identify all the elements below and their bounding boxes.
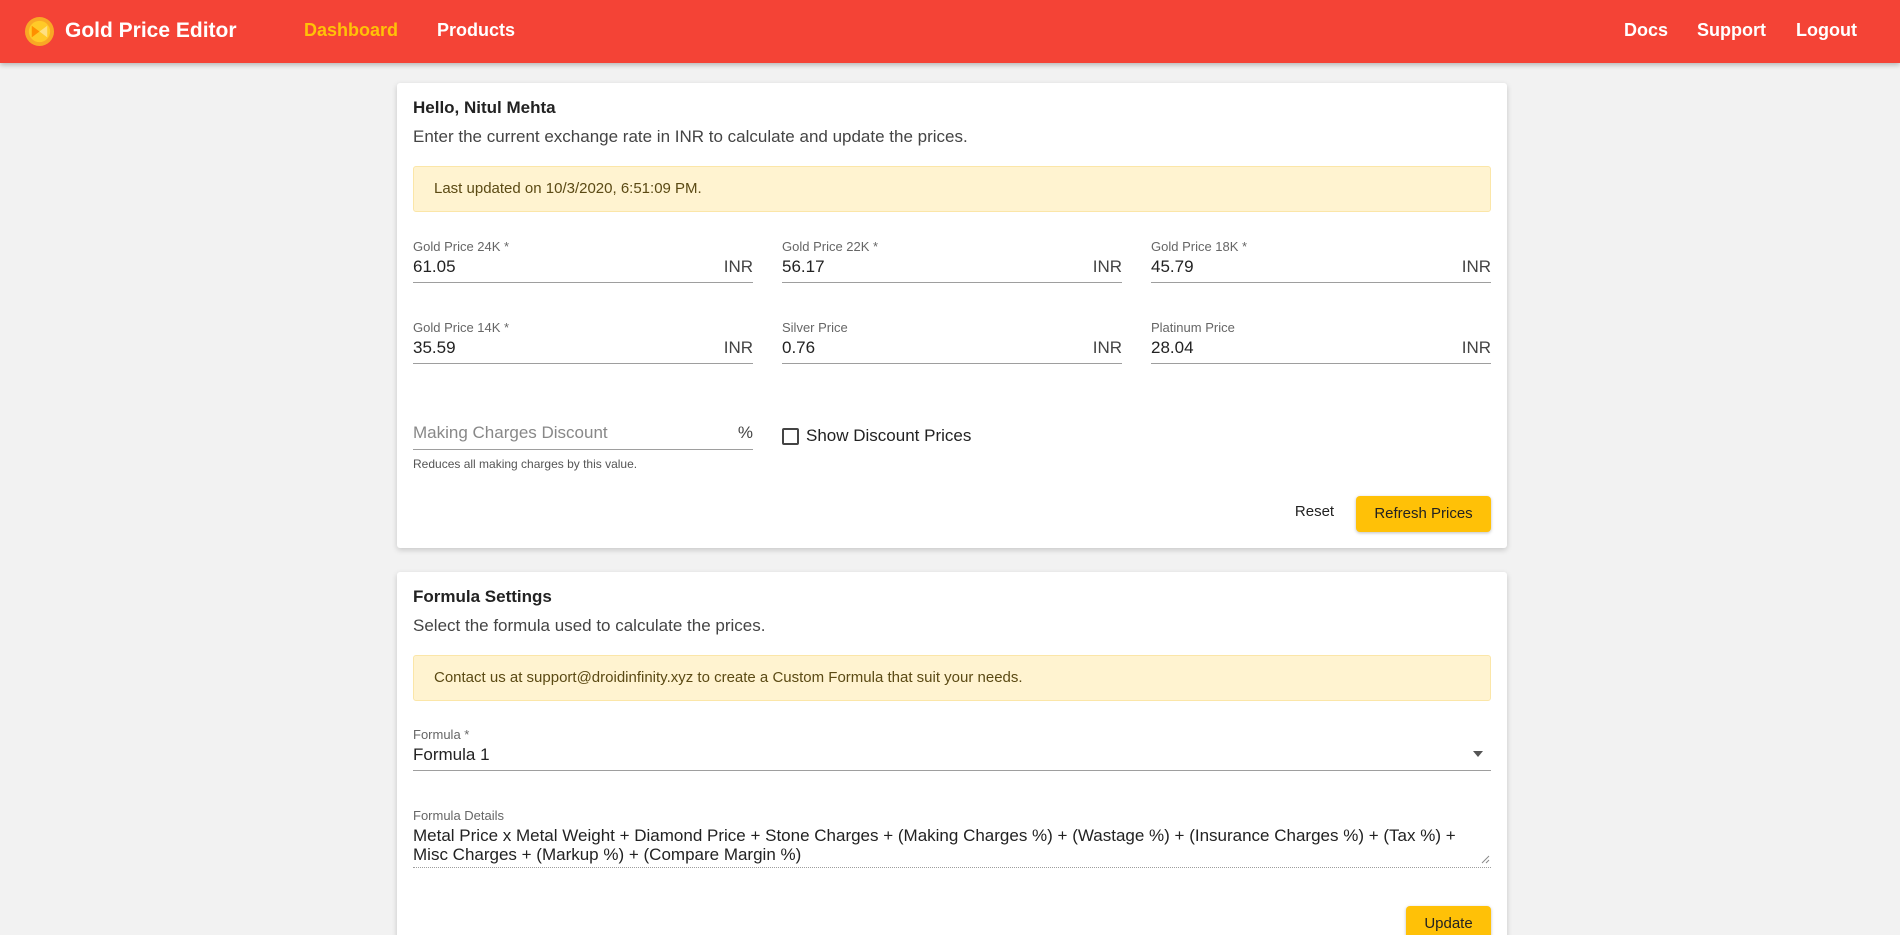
currency-suffix: INR [1092, 338, 1122, 357]
making-charges-discount-input[interactable]: Making Charges Discount [413, 423, 608, 443]
nav-dashboard[interactable]: Dashboard [304, 20, 398, 41]
formula-selected-value: Formula 1 [413, 745, 490, 764]
formula-label: Formula * [413, 727, 470, 742]
gold-22k-field[interactable]: Gold Price 22K * 56.17 INR [782, 239, 1122, 299]
custom-formula-alert: Contact us at support@droidinfinity.xyz … [413, 655, 1491, 701]
field-label: Gold Price 22K * [782, 239, 879, 254]
nav-docs[interactable]: Docs [1624, 20, 1668, 41]
field-label: Gold Price 18K * [1151, 239, 1248, 254]
input-underline [413, 363, 753, 364]
refresh-prices-button[interactable]: Refresh Prices [1356, 496, 1491, 532]
gold-24k-input[interactable]: 61.05 [413, 257, 456, 277]
input-underline [413, 282, 753, 283]
prices-card: Hello, Nitul Mehta Enter the current exc… [397, 83, 1507, 548]
formula-card: Formula Settings Select the formula used… [397, 572, 1507, 935]
formula-details-label: Formula Details [413, 808, 505, 823]
reset-button[interactable]: Reset [1277, 494, 1352, 530]
nav-logout[interactable]: Logout [1796, 20, 1857, 41]
gold-14k-field[interactable]: Gold Price 14K * 35.59 INR [413, 320, 753, 380]
show-discount-checkbox[interactable] [782, 428, 799, 445]
gold-14k-input[interactable]: 35.59 [413, 338, 456, 358]
brand-name: Gold Price Editor [65, 19, 237, 42]
formula-details-field[interactable]: Formula Details Metal Price x Metal Weig… [413, 808, 1491, 868]
field-label: Platinum Price [1151, 320, 1235, 335]
discount-helper-text: Reduces all making charges by this value… [413, 457, 638, 471]
show-discount-label[interactable]: Show Discount Prices [806, 426, 971, 446]
greeting: Hello, Nitul Mehta [413, 98, 556, 117]
prices-subtitle: Enter the current exchange rate in INR t… [413, 127, 968, 146]
currency-suffix: INR [1461, 338, 1491, 357]
update-button[interactable]: Update [1406, 906, 1491, 935]
currency-suffix: INR [723, 257, 753, 276]
last-updated-alert: Last updated on 10/3/2020, 6:51:09 PM. [413, 166, 1491, 212]
nav-products[interactable]: Products [437, 20, 515, 41]
platinum-price-input[interactable]: 28.04 [1151, 338, 1194, 358]
input-underline [782, 282, 1122, 283]
currency-suffix: INR [1092, 257, 1122, 276]
gold-18k-input[interactable]: 45.79 [1151, 257, 1194, 277]
brand[interactable]: Gold Price Editor [24, 14, 237, 48]
resize-handle-icon[interactable] [1481, 855, 1490, 864]
input-underline [413, 449, 753, 450]
gold-24k-field[interactable]: Gold Price 24K * 61.05 INR [413, 239, 753, 299]
making-charges-discount-field[interactable]: Making Charges Discount % Reduces all ma… [413, 407, 753, 479]
chevron-down-icon [1473, 751, 1483, 757]
gold-22k-input[interactable]: 56.17 [782, 257, 825, 277]
currency-suffix: INR [1461, 257, 1491, 276]
formula-details-textarea[interactable]: Metal Price x Metal Weight + Diamond Pri… [413, 826, 1491, 864]
nav-support[interactable]: Support [1697, 20, 1766, 41]
input-underline [782, 363, 1122, 364]
formula-select[interactable]: Formula * Formula 1 [413, 727, 1491, 787]
textarea-underline [413, 867, 1491, 868]
currency-suffix: INR [723, 338, 753, 357]
formula-subtitle: Select the formula used to calculate the… [413, 616, 766, 635]
gold-18k-field[interactable]: Gold Price 18K * 45.79 INR [1151, 239, 1491, 299]
top-navbar: Gold Price Editor Dashboard Products Doc… [0, 0, 1900, 63]
platinum-price-field[interactable]: Platinum Price 28.04 INR [1151, 320, 1491, 380]
select-underline [413, 770, 1491, 771]
field-label: Gold Price 14K * [413, 320, 510, 335]
percent-suffix: % [737, 423, 753, 442]
silver-price-input[interactable]: 0.76 [782, 338, 815, 358]
field-label: Gold Price 24K * [413, 239, 510, 254]
gold-coin-icon [24, 16, 55, 46]
input-underline [1151, 363, 1491, 364]
silver-price-field[interactable]: Silver Price 0.76 INR [782, 320, 1122, 380]
formula-title: Formula Settings [413, 587, 552, 606]
input-underline [1151, 282, 1491, 283]
field-label: Silver Price [782, 320, 848, 335]
